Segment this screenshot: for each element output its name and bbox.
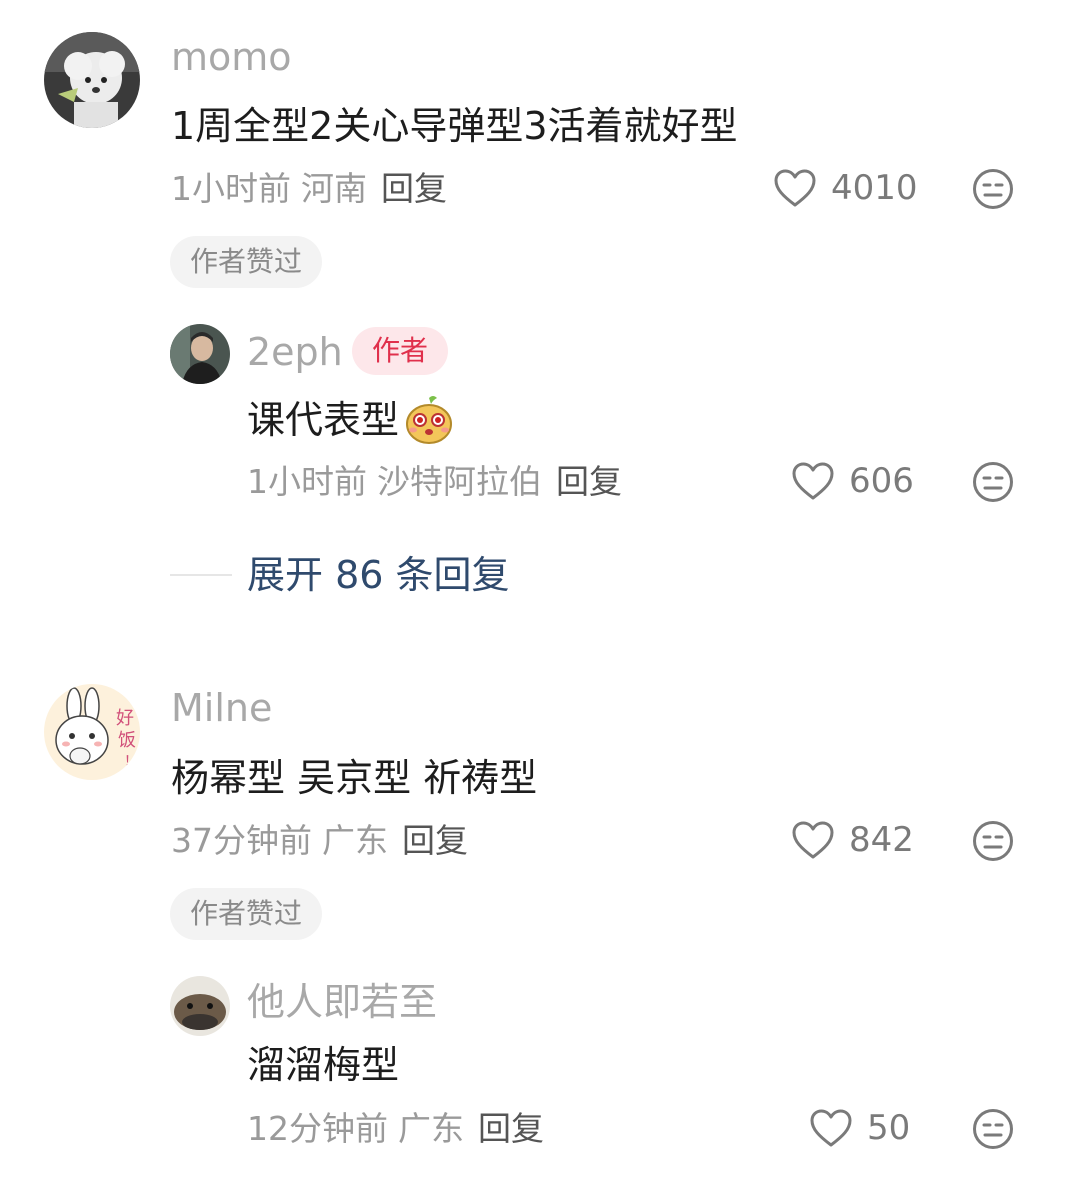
neutral-face-icon[interactable] [972,461,1014,503]
heart-outline-icon [810,1109,852,1147]
timestamp: 37分钟前 [171,821,312,860]
author-liked-badge: 作者赞过 [170,236,323,288]
avatar[interactable] [44,32,140,128]
location: 河南 [301,169,367,208]
location: 广东 [322,821,388,860]
like-count: 606 [849,461,914,501]
author-liked-badge: 作者赞过 [170,888,323,940]
like-button[interactable]: 50 [809,1108,910,1148]
reply-button[interactable]: 回复 [381,169,447,208]
comment-text[interactable]: 杨幂型 吴京型 祈祷型 [171,759,537,797]
avatar[interactable] [170,324,230,384]
comment-text[interactable]: 1周全型2关心导弹型3活着就好型 [171,107,738,145]
author-tag: 作者 [352,327,449,375]
svg-text:饭: 饭 [118,730,136,751]
comment-text[interactable]: 课代表型 [247,394,455,446]
comment-meta: 12分钟前 广东 回复 [247,1112,544,1145]
heart-outline-icon [792,821,834,859]
like-count: 842 [849,820,914,860]
rabbit-avatar-icon: 好 饭 ！ [44,684,140,780]
avatar[interactable]: 好 饭 ！ [44,684,140,780]
timestamp: 1小时前 [171,169,291,208]
username[interactable]: 他人即若至 [247,983,437,1021]
reply-button[interactable]: 回复 [478,1109,544,1148]
heart-outline-icon [792,462,834,500]
neutral-face-icon[interactable] [972,168,1014,210]
location: 沙特阿拉伯 [377,462,542,501]
person-avatar-icon [170,324,230,384]
timestamp: 1小时前 [247,462,367,501]
avatar-text: 好 [116,708,134,729]
dog-avatar-icon [44,32,140,128]
svg-text:！: ！ [124,754,138,770]
expand-divider [170,574,232,576]
like-button[interactable]: 4010 [773,168,918,208]
neutral-face-icon[interactable] [972,820,1014,862]
reply-button[interactable]: 回复 [402,821,468,860]
comment-meta: 1小时前 河南 回复 [171,172,447,205]
comment-text[interactable]: 溜溜梅型 [247,1046,399,1084]
comment-meta: 1小时前 沙特阿拉伯 回复 [247,465,622,498]
platypus-avatar-icon [170,976,230,1036]
like-button[interactable]: 606 [791,461,914,501]
like-button[interactable]: 842 [791,820,914,860]
like-count: 4010 [831,168,918,208]
like-count: 50 [867,1108,911,1148]
neutral-face-icon[interactable] [972,1108,1014,1150]
comment-text-content: 课代表型 [247,398,400,442]
comment-meta: 37分钟前 广东 回复 [171,824,468,857]
location: 广东 [398,1109,464,1148]
timestamp: 12分钟前 [247,1109,388,1148]
username[interactable]: 2eph [247,333,343,371]
mouse-sticker-emoji [406,396,453,444]
username[interactable]: Milne [171,689,272,727]
reply-button[interactable]: 回复 [556,462,622,501]
username[interactable]: momo [171,38,292,76]
expand-replies-link[interactable]: 展开 86 条回复 [247,556,510,594]
heart-outline-icon [774,169,816,207]
avatar[interactable] [170,976,230,1036]
